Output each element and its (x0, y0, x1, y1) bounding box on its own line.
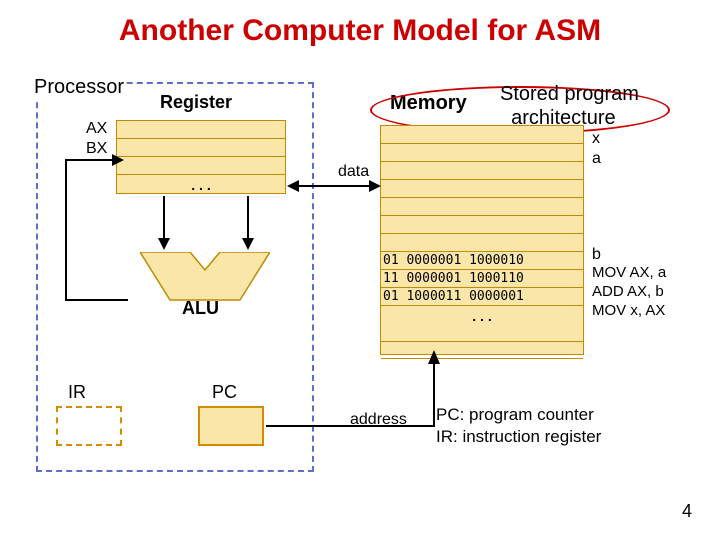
stored-program-label: Stored program architecture (500, 82, 639, 130)
memory-var-x: x (592, 130, 600, 148)
note-pc: PC: program counter (436, 405, 594, 424)
memory-code-2: 01 1000011 0000001 (381, 288, 583, 306)
stored-line1: Stored program (500, 83, 639, 105)
ir-label: IR (68, 382, 86, 403)
note-ir: IR: instruction register (436, 427, 601, 446)
pc-ir-note: PC: program counter IR: instruction regi… (436, 404, 601, 448)
ir-box (56, 406, 122, 446)
slide-number: 4 (682, 501, 692, 522)
slide-title: Another Computer Model for ASM (0, 0, 720, 48)
instruction-2: MOV x, AX (592, 302, 665, 319)
instruction-1: ADD AX, b (592, 283, 664, 300)
register-label: Register (160, 92, 232, 113)
register-dots: . . . (117, 175, 285, 192)
memory-var-b: b (592, 246, 601, 264)
address-bus-label: address (350, 411, 407, 429)
pc-box (198, 406, 264, 446)
memory-dots: . . . (381, 306, 583, 323)
register-name-bx: BX (86, 140, 107, 158)
memory-code-0: 01 0000001 1000010 (381, 252, 583, 270)
memory-block: 01 0000001 1000010 11 0000001 1000110 01… (380, 125, 584, 355)
memory-var-a: a (592, 150, 601, 168)
pc-label: PC (212, 382, 237, 403)
instruction-0: MOV AX, a (592, 264, 666, 281)
processor-label: Processor (32, 76, 126, 99)
register-block: . . . (116, 120, 286, 194)
memory-code-1: 11 0000001 1000110 (381, 270, 583, 288)
data-bus-label: data (338, 163, 369, 181)
register-name-ax: AX (86, 120, 107, 138)
alu-label: ALU (182, 298, 219, 319)
